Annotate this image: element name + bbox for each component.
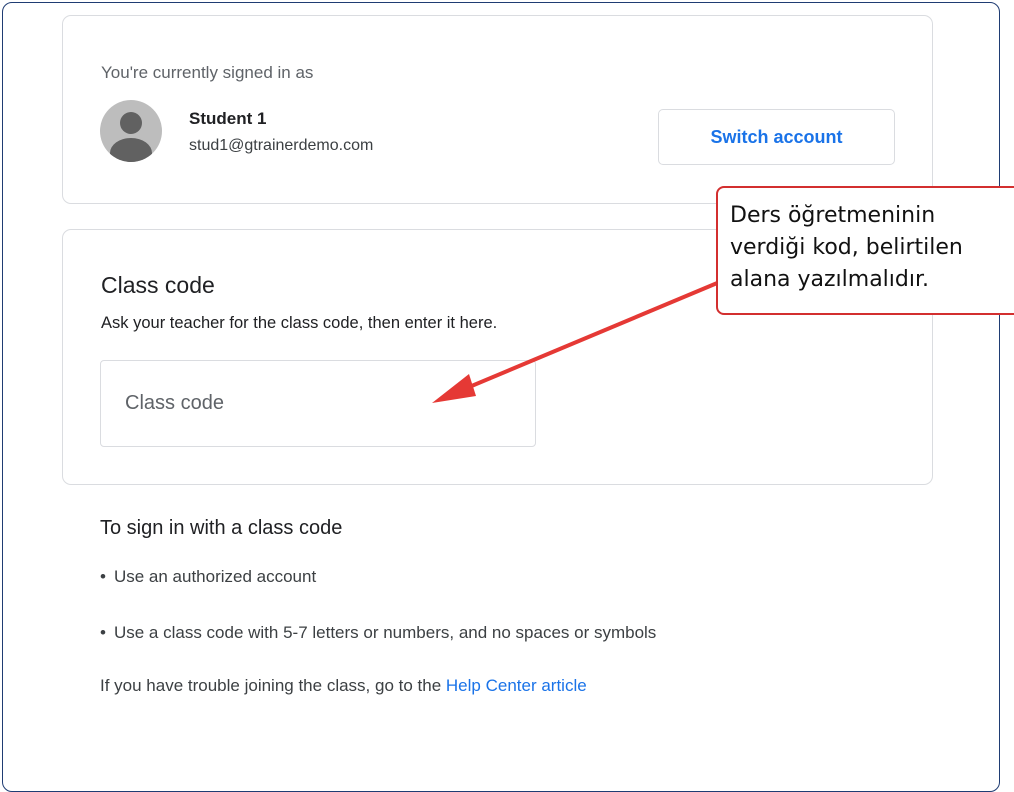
annotation-line-3: alana yazılmalıdır. — [730, 267, 929, 292]
annotation-line-1: Ders öğretmeninin — [730, 203, 936, 228]
instruction-bullet-2-text: Use a class code with 5-7 letters or num… — [113, 623, 657, 642]
signed-in-label: You're currently signed in as — [101, 63, 314, 82]
annotation-callout: Ders öğretmeninin verdiği kod, belirtile… — [716, 186, 1014, 315]
instruction-bullet-1-text: Use an authorized account — [113, 567, 317, 586]
account-card: You're currently signed in as Student 1 … — [62, 15, 933, 204]
bullet-dot-icon: • — [100, 567, 106, 586]
instruction-bullet-1: • Use an authorized account — [100, 567, 316, 587]
avatar — [100, 100, 162, 162]
avatar-body-icon — [110, 138, 152, 162]
avatar-head-icon — [120, 112, 142, 134]
annotation-line-2: verdiği kod, belirtilen — [730, 235, 963, 260]
help-line: If you have trouble joining the class, g… — [100, 676, 587, 696]
class-code-title: Class code — [101, 272, 215, 298]
help-prefix: If you have trouble joining the class, g… — [100, 676, 442, 695]
switch-account-button[interactable]: Switch account — [658, 109, 895, 165]
instructions-title: To sign in with a class code — [100, 517, 343, 539]
class-code-description: Ask your teacher for the class code, the… — [101, 314, 498, 332]
instruction-bullet-2: • Use a class code with 5-7 letters or nu… — [100, 623, 656, 643]
user-name: Student 1 — [189, 109, 267, 128]
class-code-input[interactable] — [100, 360, 536, 447]
user-email: stud1@gtrainerdemo.com — [189, 137, 374, 154]
bullet-dot-icon: • — [100, 623, 106, 642]
help-center-link[interactable]: Help Center article — [446, 676, 587, 695]
